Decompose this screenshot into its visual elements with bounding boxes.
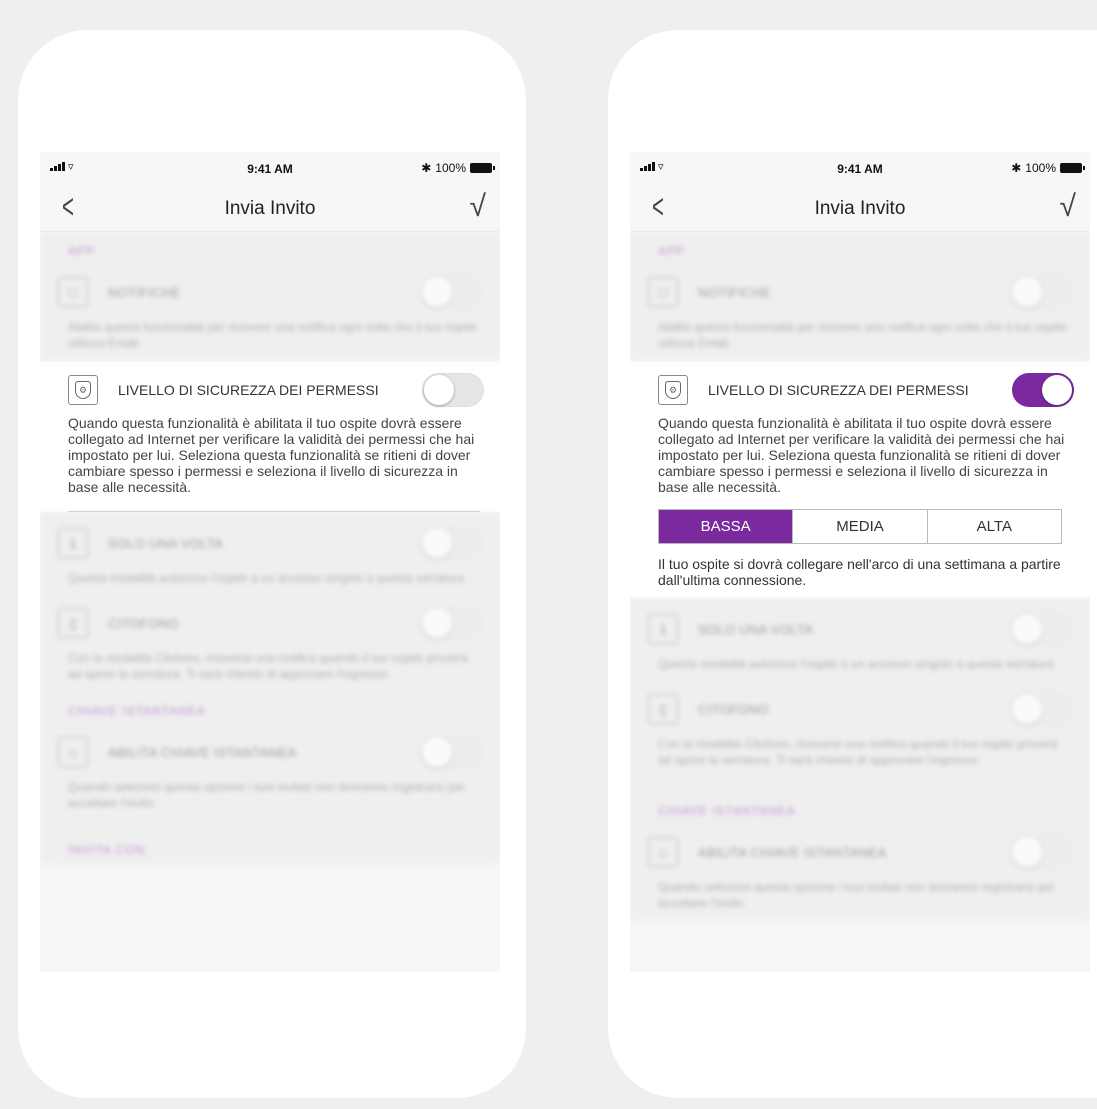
- instant-key-row: ⌂ ABILITA CHIAVE ISTANTANEA: [40, 725, 500, 779]
- battery-percent: 100%: [435, 161, 466, 175]
- intercom-icon: ▯: [648, 694, 678, 724]
- checkmark-icon[interactable]: √: [1060, 190, 1076, 224]
- notification-icon: □: [648, 277, 678, 307]
- intercom-icon: ▯: [58, 608, 88, 638]
- app-section: APP □ NOTIFICHE Abilita questa funzional…: [40, 232, 500, 361]
- instant-key-row: ⌂ ABILITA CHIAVE ISTANTANEA: [630, 825, 1090, 879]
- status-bar: ▿ 9:41 AM ✱ 100%: [630, 152, 1090, 186]
- instant-key-label: ABILITA CHIAVE ISTANTANEA: [108, 744, 297, 760]
- security-toggle[interactable]: [422, 373, 484, 407]
- app-section: APP □ NOTIFICHE Abilita questa funzional…: [630, 232, 1090, 361]
- key-icon: ⌂: [648, 837, 678, 867]
- battery-icon: [470, 163, 495, 173]
- once-row: 1 SOLO UNA VOLTA: [630, 598, 1090, 656]
- notifications-desc: Abilita questa funzionalità per ricevere…: [658, 320, 1067, 350]
- security-toggle[interactable]: [1012, 373, 1074, 407]
- once-toggle[interactable]: [1010, 612, 1072, 646]
- level-note: Il tuo ospite si dovrà collegare nell'ar…: [658, 556, 1061, 588]
- number-one-icon: 1: [58, 528, 88, 558]
- security-row: ⚙ LIVELLO DI SICUREZZA DEI PERMESSI: [630, 361, 1090, 415]
- notifications-label: NOTIFICHE: [698, 284, 771, 300]
- bluetooth-icon: ✱: [421, 161, 432, 175]
- level-low-segment[interactable]: BASSA: [659, 510, 793, 543]
- other-options: 1 SOLO UNA VOLTA Questa modalità autoriz…: [40, 512, 500, 864]
- level-medium-segment[interactable]: MEDIA: [792, 510, 926, 543]
- notifications-toggle[interactable]: [1010, 275, 1072, 309]
- phone-mockup-left: ▿ 9:41 AM ✱ 100% < Invia Invito √ APP □ …: [18, 30, 526, 1098]
- level-high-segment[interactable]: ALTA: [926, 510, 1061, 543]
- shield-icon: ⚙: [658, 375, 688, 405]
- instant-key-toggle[interactable]: [420, 735, 482, 769]
- nav-bar: < Invia Invito √: [630, 186, 1090, 232]
- instant-key-desc: Quando selezioni questa opzione i tuoi i…: [658, 880, 1055, 910]
- status-bar: ▿ 9:41 AM ✱ 100%: [40, 152, 500, 186]
- once-toggle[interactable]: [420, 526, 482, 560]
- battery-percent: 100%: [1025, 161, 1056, 175]
- intercom-toggle[interactable]: [1010, 692, 1072, 726]
- checkmark-icon[interactable]: √: [470, 190, 486, 224]
- notifications-desc: Abilita questa funzionalità per ricevere…: [68, 320, 477, 350]
- notifications-toggle[interactable]: [420, 275, 482, 309]
- intercom-label: CITOFONO: [698, 701, 769, 717]
- intercom-row: ▯ CITOFONO: [40, 596, 500, 650]
- once-label: SOLO UNA VOLTA: [108, 535, 223, 551]
- nav-bar: < Invia Invito √: [40, 186, 500, 232]
- instant-key-desc: Quando selezioni questa opzione i tuoi i…: [68, 780, 465, 810]
- key-icon: ⌂: [58, 737, 88, 767]
- section-header-instant-key: CHIAVE ISTANTANEA: [50, 692, 490, 725]
- other-options: 1 SOLO UNA VOLTA Questa modalità autoriz…: [630, 598, 1090, 921]
- once-desc: Questa modalità autorizza l'ospite a un …: [658, 657, 1054, 671]
- page-title: Invia Invito: [814, 198, 906, 219]
- phone-mockup-right: ▿ 9:41 AM ✱ 100% < Invia Invito √ APP □ …: [608, 30, 1097, 1098]
- notifications-row: □ NOTIFICHE: [40, 265, 500, 319]
- number-one-icon: 1: [648, 614, 678, 644]
- section-header-instant-key: CHIAVE ISTANTANEA: [640, 792, 1080, 825]
- security-desc: Quando questa funzionalità è abilitata i…: [658, 415, 1065, 495]
- intercom-toggle[interactable]: [420, 606, 482, 640]
- section-header-invite-with: INVITA CON: [50, 831, 490, 864]
- security-label: LIVELLO DI SICUREZZA DEI PERMESSI: [708, 382, 969, 398]
- instant-key-toggle[interactable]: [1010, 835, 1072, 869]
- notifications-label: NOTIFICHE: [108, 284, 181, 300]
- app-screen-right: ▿ 9:41 AM ✱ 100% < Invia Invito √ APP □ …: [630, 152, 1090, 972]
- security-label: LIVELLO DI SICUREZZA DEI PERMESSI: [118, 382, 379, 398]
- section-header-app: APP: [50, 232, 490, 265]
- security-row: ⚙ LIVELLO DI SICUREZZA DEI PERMESSI: [40, 361, 500, 415]
- notifications-row: □ NOTIFICHE: [630, 265, 1090, 319]
- intercom-desc: Con la modalità Citofono, riceverai una …: [68, 651, 468, 681]
- bluetooth-icon: ✱: [1011, 161, 1022, 175]
- once-label: SOLO UNA VOLTA: [698, 621, 813, 637]
- security-section: ⚙ LIVELLO DI SICUREZZA DEI PERMESSI Quan…: [40, 361, 500, 512]
- intercom-row: ▯ CITOFONO: [630, 682, 1090, 736]
- security-section: ⚙ LIVELLO DI SICUREZZA DEI PERMESSI Quan…: [630, 361, 1090, 598]
- once-desc: Questa modalità autorizza l'ospite a un …: [68, 571, 464, 585]
- notification-icon: □: [58, 277, 88, 307]
- once-row: 1 SOLO UNA VOLTA: [40, 512, 500, 570]
- section-header-app: APP: [640, 232, 1080, 265]
- intercom-desc: Con la modalità Citofono, riceverai una …: [658, 737, 1058, 767]
- battery-icon: [1060, 163, 1085, 173]
- instant-key-label: ABILITA CHIAVE ISTANTANEA: [698, 844, 887, 860]
- intercom-label: CITOFONO: [108, 615, 179, 631]
- page-title: Invia Invito: [224, 198, 316, 219]
- shield-icon: ⚙: [68, 375, 98, 405]
- security-level-selector: BASSA MEDIA ALTA: [658, 509, 1062, 544]
- app-screen-left: ▿ 9:41 AM ✱ 100% < Invia Invito √ APP □ …: [40, 152, 500, 972]
- security-desc: Quando questa funzionalità è abilitata i…: [68, 415, 475, 495]
